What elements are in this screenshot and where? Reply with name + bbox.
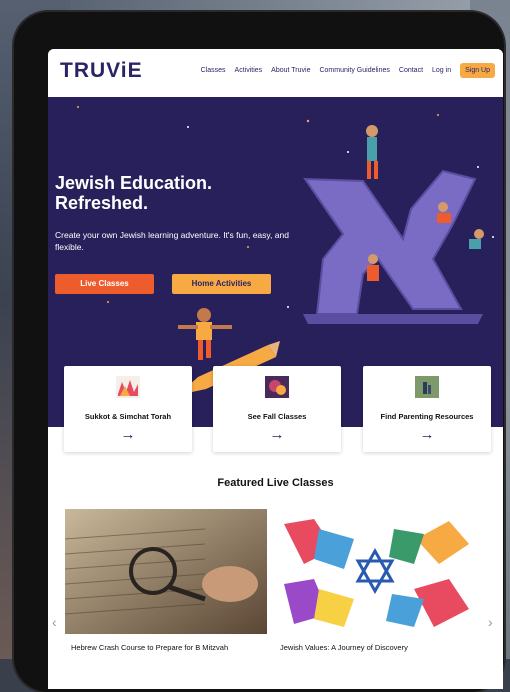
nav-classes[interactable]: Classes [201,67,226,74]
class-card-hebrew[interactable]: Hebrew Crash Course to Prepare for B Mit… [65,509,267,679]
nav-community-guidelines[interactable]: Community Guidelines [319,67,389,74]
top-nav: TRUViE Classes Activities About Truvie C… [48,49,503,97]
fall-classes-thumbnail [265,376,289,398]
featured-heading: Featured Live Classes [217,477,334,489]
arrow-right-icon[interactable]: → [213,426,341,443]
nav-links: Classes Activities About Truvie Communit… [201,63,495,78]
nav-login[interactable]: Log in [432,67,451,74]
arrow-right-icon[interactable]: → [363,426,491,443]
class-card-jewish-values[interactable]: Jewish Values: A Journey of Discovery [274,509,476,679]
hero-title-line2: Refreshed. [55,193,149,213]
parenting-thumbnail [415,376,439,398]
nav-about[interactable]: About Truvie [271,67,310,74]
tablet-frame: TRUViE Classes Activities About Truvie C… [14,12,504,692]
chevron-right-icon[interactable]: › [488,614,493,630]
card-fall-classes-label: See Fall Classes [247,412,307,421]
card-parenting-label: Find Parenting Resources [380,412,474,421]
card-parenting-resources[interactable]: Find Parenting Resources → [363,366,491,452]
card-sukkot[interactable]: Sukkot & Simchat Torah → [64,366,192,452]
card-sukkot-label: Sukkot & Simchat Torah [84,412,172,421]
chevron-left-icon[interactable]: ‹ [52,614,57,630]
card-fall-classes[interactable]: See Fall Classes → [213,366,341,452]
tablet-screen: TRUViE Classes Activities About Truvie C… [48,49,503,689]
aleph-illustration [303,125,484,324]
hebrew-class-image [65,509,267,634]
hero-title: Jewish Education. Refreshed. [55,173,275,213]
home-activities-button[interactable]: Home Activities [172,274,271,294]
nav-contact[interactable]: Contact [399,67,423,74]
jewish-values-image [274,509,476,634]
nav-activities[interactable]: Activities [235,67,263,74]
logo[interactable]: TRUViE [60,59,143,83]
sukkot-thumbnail [116,376,140,398]
arrow-right-icon[interactable]: → [64,426,192,443]
hero-title-line1: Jewish Education. [55,173,213,193]
live-classes-button[interactable]: Live Classes [55,274,154,294]
class-title-hebrew: Hebrew Crash Course to Prepare for B Mit… [71,643,229,652]
hero-subtitle: Create your own Jewish learning adventur… [55,230,289,252]
class-title-jewish-values: Jewish Values: A Journey of Discovery [280,643,408,652]
signup-button[interactable]: Sign Up [460,63,495,78]
